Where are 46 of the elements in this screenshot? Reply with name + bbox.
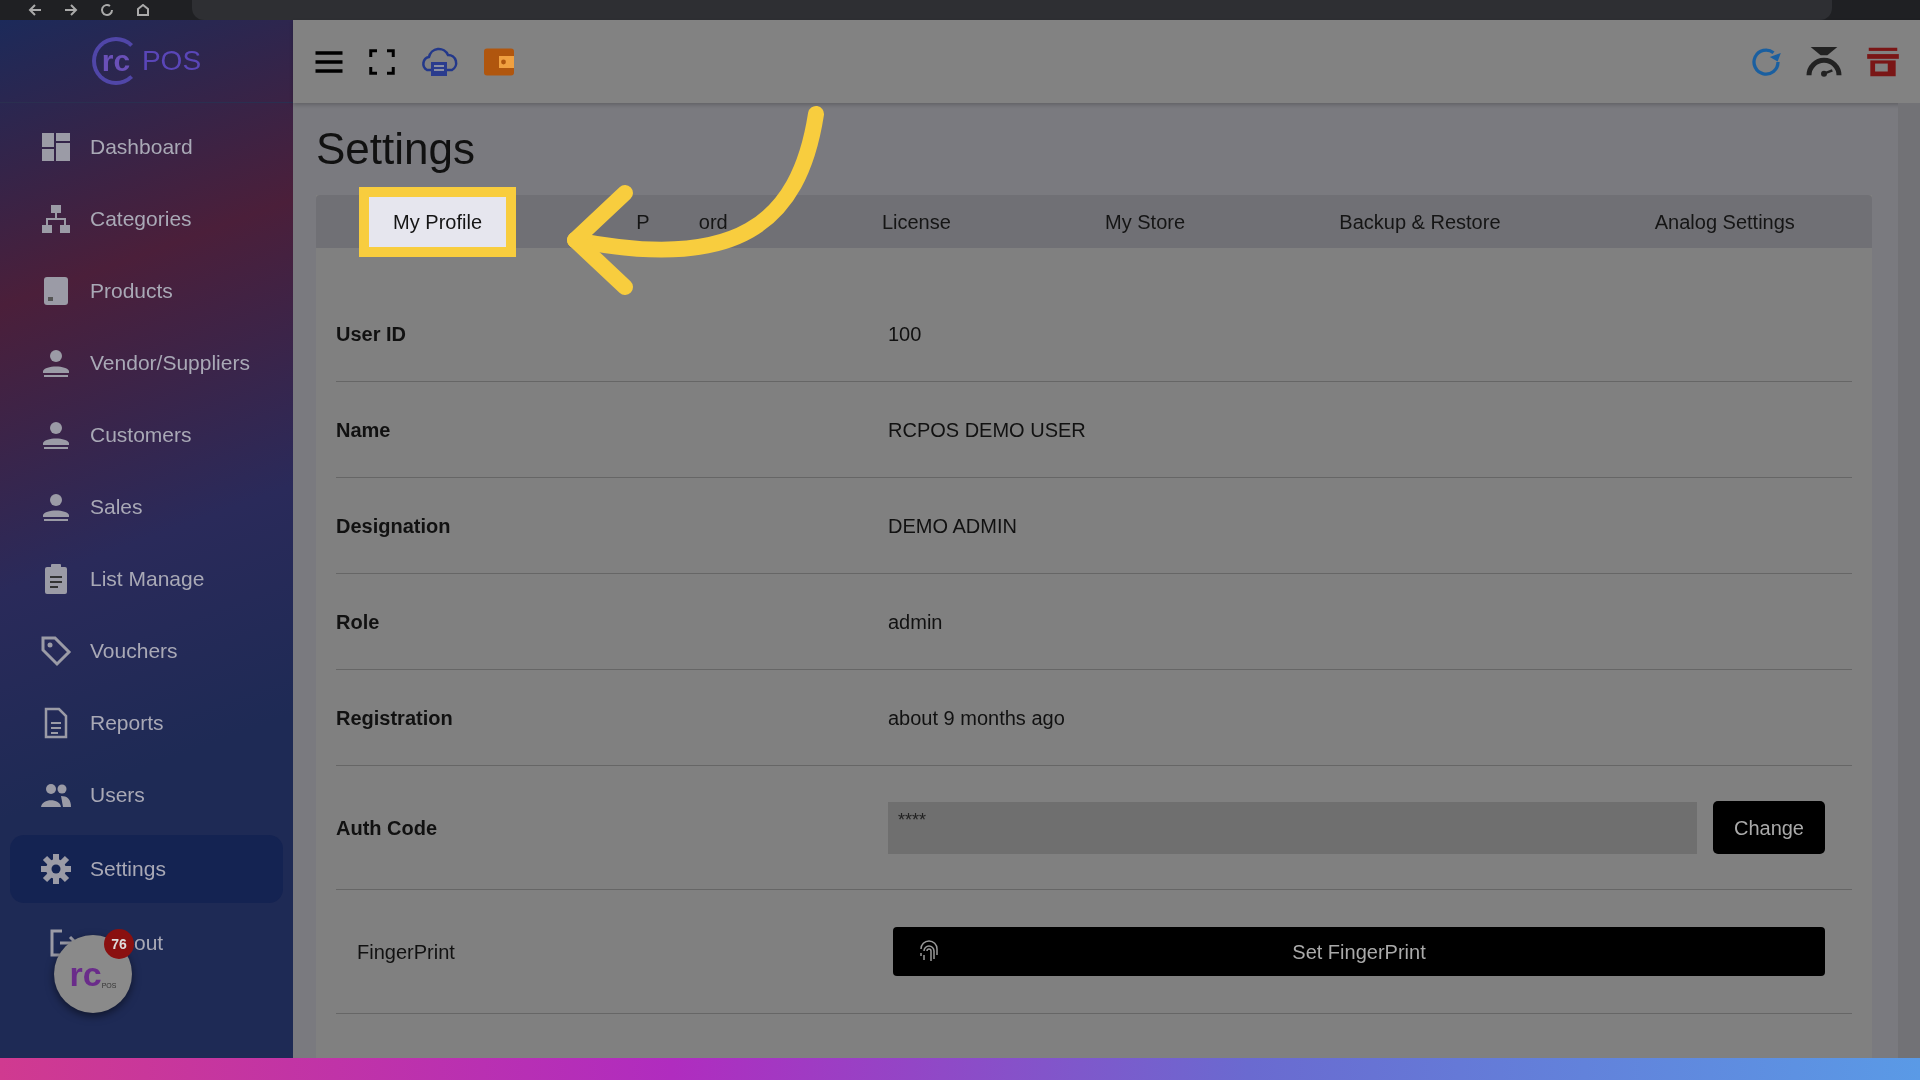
reload-icon[interactable] [100,3,114,17]
scrollbar[interactable] [1898,103,1920,1058]
field-value: admin [888,609,943,635]
field-label: FingerPrint [356,939,456,965]
set-fingerprint-button[interactable]: Set FingerPrint [893,927,1825,977]
person-icon [40,347,72,379]
tab[interactable]: License [857,196,975,247]
sidebar-item[interactable]: Reports [10,687,283,759]
sidebar-item[interactable]: Sales [10,471,283,543]
field-value: RCPOS DEMO USER [888,417,1086,443]
field-value: about 9 months ago [888,705,1065,731]
sidebar-item[interactable]: Users [10,759,283,831]
forward-icon[interactable] [64,4,78,16]
logo-text: POS [141,44,202,78]
field-label: Registration [336,705,454,731]
tag-icon [40,635,72,667]
sidebar-item[interactable]: Categories [10,183,283,255]
back-icon[interactable] [28,4,42,16]
field-label: Auth Code [336,815,439,841]
sidebar-item[interactable]: Dashboard [10,111,283,183]
person-icon [40,419,72,451]
tab[interactable]: Backup & Restore [1315,196,1525,247]
tab[interactable]: P ord [612,196,752,247]
field-label: Designation [336,513,452,539]
field-label: Role [336,609,381,635]
field-label: Name [336,417,392,443]
sidebar-item[interactable]: Vendor/Suppliers [10,327,283,399]
page-title: Settings [316,125,476,174]
sitemap-icon [40,203,72,235]
sidebar-item[interactable]: List Manage [10,543,283,615]
field-value: DEMO ADMIN [888,513,1017,539]
auth-code-field[interactable]: **** [888,801,1697,854]
sidebar-item[interactable]: Vouchers [10,615,283,687]
dashboard-icon [40,131,72,163]
tab[interactable]: My Store [1081,196,1210,247]
sidebar-item[interactable]: Products [10,255,283,327]
fullscreen-icon[interactable] [367,46,397,77]
field-value: 100 [888,321,922,347]
sidebar-item[interactable]: Settings [10,835,283,903]
field-label: User ID [336,321,408,347]
change-button[interactable]: Change [1712,801,1825,855]
sidebar-item[interactable]: Customers [10,399,283,471]
home-icon[interactable] [136,4,150,16]
tab[interactable]: Analog Settings [1630,196,1819,247]
settings-icon [40,853,72,885]
person-icon [40,491,72,523]
